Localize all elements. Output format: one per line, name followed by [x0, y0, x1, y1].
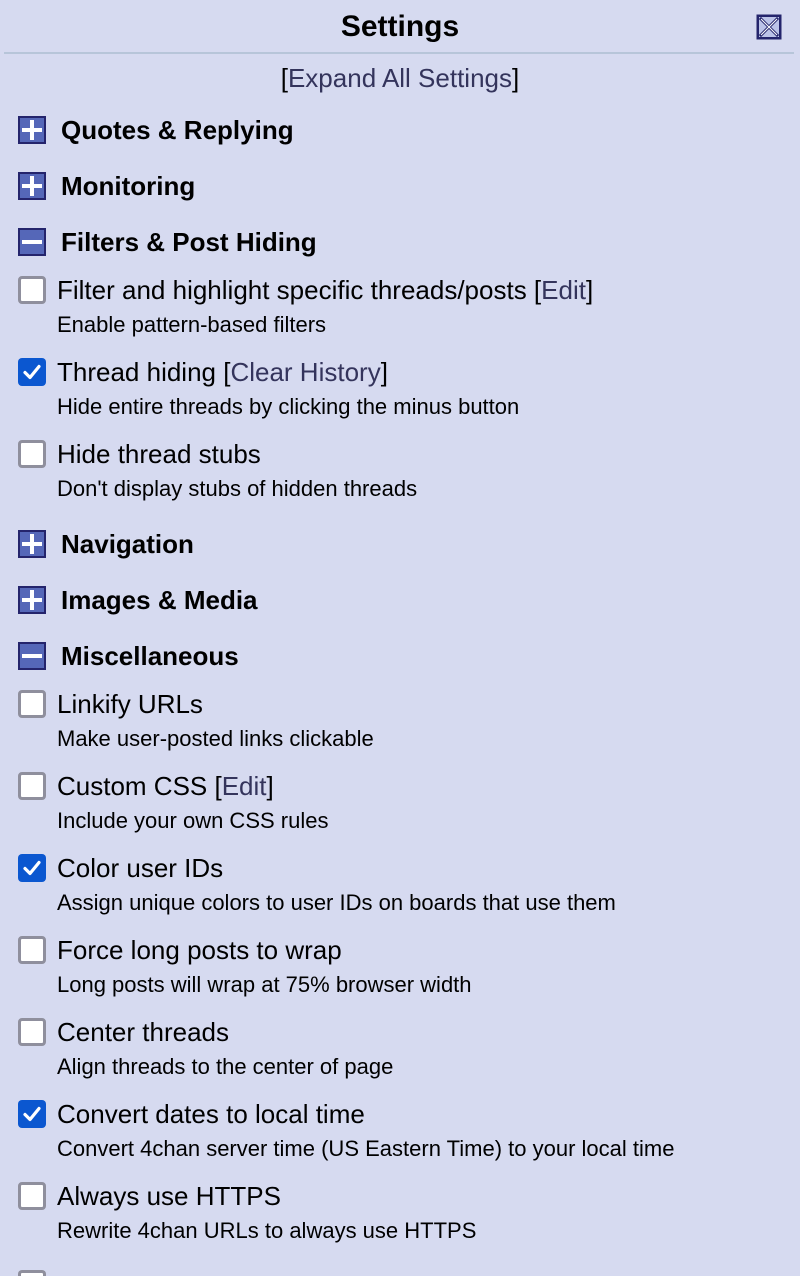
checkmark-icon [23, 364, 41, 380]
option-custom-css: Custom CSS [Edit] Include your own CSS r… [18, 770, 788, 834]
settings-header: Settings [0, 0, 800, 54]
linkify-checkbox[interactable] [18, 690, 46, 718]
option-label: Hide thread stubs [57, 439, 261, 469]
option-label: Filter and highlight specific threads/po… [57, 275, 527, 305]
option-force-wrap: Force long posts to wrap Long posts will… [18, 934, 788, 998]
option-center-threads: Center threads Align threads to the cent… [18, 1016, 788, 1080]
section-title: Miscellaneous [61, 641, 239, 671]
section-title: Navigation [61, 529, 194, 559]
close-icon[interactable] [756, 14, 782, 40]
filter-checkbox[interactable] [18, 276, 46, 304]
section-title: Monitoring [61, 171, 196, 201]
option-linkify-urls: Linkify URLs Make user-posted links clic… [18, 688, 788, 752]
option-label: Force long posts to wrap [57, 935, 342, 965]
https-checkbox[interactable] [18, 1182, 46, 1210]
option-label: Linkify URLs [57, 689, 203, 719]
section-monitoring[interactable]: Monitoring [18, 169, 195, 203]
header-divider [4, 52, 794, 54]
section-navigation[interactable]: Navigation [18, 527, 194, 561]
option-description: Make user-posted links clickable [57, 726, 374, 751]
settings-panel: Settings [Expand All Settings] Quotes & … [0, 0, 800, 1276]
section-title: Quotes & Replying [61, 115, 294, 145]
option-filter-highlight: Filter and highlight specific threads/po… [18, 274, 788, 338]
minus-box-icon[interactable] [18, 228, 46, 256]
option-description: Enable pattern-based filters [57, 312, 327, 337]
option-color-user-ids: Color user IDs Assign unique colors to u… [18, 852, 788, 916]
color-ids-checkbox[interactable] [18, 854, 46, 882]
option-description: Long posts will wrap at 75% browser widt… [57, 972, 472, 997]
option-description: Don't display stubs of hidden threads [57, 476, 418, 501]
option-description: Include your own CSS rules [57, 808, 329, 833]
checkmark-icon [23, 860, 41, 876]
option-label: Custom CSS [57, 771, 208, 801]
option-description: Rewrite 4chan URLs to always use HTTPS [57, 1218, 477, 1243]
option-label: Color user IDs [57, 853, 224, 883]
thread-hiding-checkbox[interactable] [18, 358, 46, 386]
local-time-checkbox[interactable] [18, 1100, 46, 1128]
section-title: Filters & Post Hiding [61, 227, 317, 257]
option-hide-thread-stubs: Hide thread stubs Don't display stubs of… [18, 438, 788, 502]
option-description: Align threads to the center of page [57, 1054, 394, 1079]
center-threads-checkbox[interactable] [18, 1018, 46, 1046]
option-always-https: Always use HTTPS Rewrite 4chan URLs to a… [18, 1180, 788, 1244]
filter-edit-link[interactable]: Edit [541, 275, 586, 305]
option-description: Convert 4chan server time (US Eastern Ti… [57, 1136, 675, 1161]
section-filters-post-hiding[interactable]: Filters & Post Hiding [18, 225, 317, 259]
custom-css-edit-link[interactable]: Edit [222, 771, 267, 801]
section-miscellaneous[interactable]: Miscellaneous [18, 639, 239, 673]
expand-all-settings: [Expand All Settings] [280, 63, 520, 93]
next-option-checkbox-partial[interactable] [18, 1270, 46, 1276]
plus-box-icon[interactable] [18, 530, 46, 558]
plus-box-icon[interactable] [18, 116, 46, 144]
section-quotes-replying[interactable]: Quotes & Replying [18, 113, 294, 147]
minus-box-icon[interactable] [18, 642, 46, 670]
section-title: Images & Media [61, 585, 258, 615]
expand-all-settings-link[interactable]: Expand All Settings [288, 63, 512, 93]
option-label: Thread hiding [57, 357, 216, 387]
option-local-time: Convert dates to local time Convert 4cha… [18, 1098, 788, 1162]
option-label: Center threads [57, 1017, 229, 1047]
page-title: Settings [340, 10, 460, 43]
custom-css-checkbox[interactable] [18, 772, 46, 800]
force-wrap-checkbox[interactable] [18, 936, 46, 964]
option-thread-hiding: Thread hiding [Clear History] Hide entir… [18, 356, 788, 420]
section-images-media[interactable]: Images & Media [18, 583, 258, 617]
clear-history-link[interactable]: Clear History [230, 357, 380, 387]
plus-box-icon[interactable] [18, 586, 46, 614]
option-description: Hide entire threads by clicking the minu… [57, 394, 520, 419]
hide-stubs-checkbox[interactable] [18, 440, 46, 468]
plus-box-icon[interactable] [18, 172, 46, 200]
option-description: Assign unique colors to user IDs on boar… [57, 890, 616, 915]
checkmark-icon [23, 1106, 41, 1122]
option-label: Convert dates to local time [57, 1099, 365, 1129]
option-label: Always use HTTPS [57, 1181, 281, 1211]
